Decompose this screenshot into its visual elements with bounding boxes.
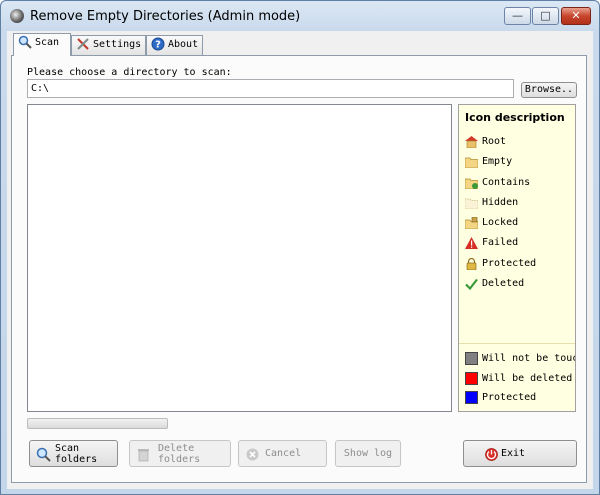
deleted-check-icon (465, 278, 478, 290)
directory-path-input[interactable]: C:\ (27, 79, 514, 98)
legend-deleted-label: Deleted (482, 278, 525, 289)
magnifier-icon (36, 447, 51, 462)
svg-text:?: ? (155, 40, 161, 51)
minimize-icon: — (512, 9, 523, 22)
legend-color-will-delete: Will be deleted (465, 371, 575, 387)
contains-folder-icon (465, 178, 478, 189)
title-bar[interactable]: Remove Empty Directories (Admin mode) — … (1, 1, 599, 31)
legend-root-label: Root (482, 136, 507, 147)
scan-button-line1: Scan (55, 443, 80, 454)
hidden-folder-icon (465, 198, 478, 209)
tab-scan[interactable]: Scan (13, 33, 71, 56)
scan-folders-button[interactable]: Scan folders (29, 440, 118, 467)
legend-item-hidden: Hidden (465, 195, 575, 211)
protected-lock-icon (466, 258, 477, 270)
legend-item-locked: Locked (465, 215, 575, 231)
scan-tab-panel: Please choose a directory to scan: C:\ B… (11, 55, 587, 483)
tab-about[interactable]: ? About (146, 35, 203, 55)
locked-folder-icon (465, 217, 478, 229)
legend-not-touched-label: Will not be touched (482, 353, 575, 364)
tab-about-label: About (168, 39, 199, 50)
empty-folder-icon (465, 157, 478, 168)
tools-icon (77, 38, 89, 50)
legend-item-root: Root (465, 134, 575, 150)
tab-settings-label: Settings (93, 39, 142, 50)
show-log-button[interactable]: Show log (335, 440, 401, 467)
red-swatch (465, 372, 478, 385)
directory-prompt: Please choose a directory to scan: (27, 67, 232, 78)
legend-empty-label: Empty (482, 156, 513, 167)
legend-item-empty: Empty (465, 154, 575, 170)
icon-legend-panel: Icon description Root Empty Contains Hid… (458, 104, 576, 412)
blue-swatch (465, 391, 478, 404)
root-folder-icon (465, 136, 478, 148)
legend-item-contains: Contains (465, 175, 575, 191)
legend-color-protected: Protected (465, 390, 575, 406)
legend-failed-label: Failed (482, 237, 519, 248)
close-button[interactable]: ✕ (561, 7, 591, 25)
cancel-label: Cancel (265, 448, 302, 459)
legend-item-deleted: Deleted (465, 276, 575, 292)
exit-label: Exit (501, 448, 526, 459)
legend-color-not-touched: Will not be touched (465, 351, 575, 367)
legend-divider (459, 343, 575, 344)
folder-tree-view[interactable] (27, 104, 452, 412)
client-area: Scan Settings ? About Please choose a dir… (7, 31, 593, 489)
trash-icon (138, 449, 149, 462)
help-icon: ? (151, 37, 165, 51)
legend-color-protected-label: Protected (482, 392, 537, 403)
maximize-button[interactable]: □ (532, 7, 559, 25)
failed-warning-icon (465, 237, 478, 249)
legend-locked-label: Locked (482, 217, 519, 228)
legend-item-protected: Protected (465, 256, 575, 272)
tab-scan-label: Scan (35, 37, 60, 48)
exit-icon (485, 448, 498, 461)
close-icon: ✕ (571, 9, 581, 22)
maximize-icon: □ (540, 9, 551, 22)
browse-button[interactable]: Browse.. (521, 82, 577, 98)
scan-progress-bar (27, 418, 168, 429)
exit-button[interactable]: Exit (463, 440, 577, 467)
legend-title: Icon description (465, 111, 565, 124)
tab-settings[interactable]: Settings (71, 35, 146, 55)
app-window: Remove Empty Directories (Admin mode) — … (0, 0, 600, 495)
minimize-button[interactable]: — (504, 7, 531, 25)
magnifier-icon (18, 35, 32, 49)
legend-protected-label: Protected (482, 258, 537, 269)
delete-folders-button[interactable]: Delete folders (129, 440, 231, 467)
legend-hidden-label: Hidden (482, 197, 519, 208)
legend-will-delete-label: Will be deleted (482, 373, 573, 384)
window-title: Remove Empty Directories (Admin mode) (30, 9, 301, 24)
gray-swatch (465, 352, 478, 365)
cancel-icon (246, 448, 259, 461)
cancel-button[interactable]: Cancel (238, 440, 327, 467)
delete-button-line1: Delete (158, 443, 195, 454)
legend-contains-label: Contains (482, 177, 531, 188)
delete-button-line2: folders (158, 454, 201, 465)
app-icon (10, 9, 24, 23)
scan-button-line2: folders (55, 454, 98, 465)
legend-item-failed: Failed (465, 235, 575, 251)
